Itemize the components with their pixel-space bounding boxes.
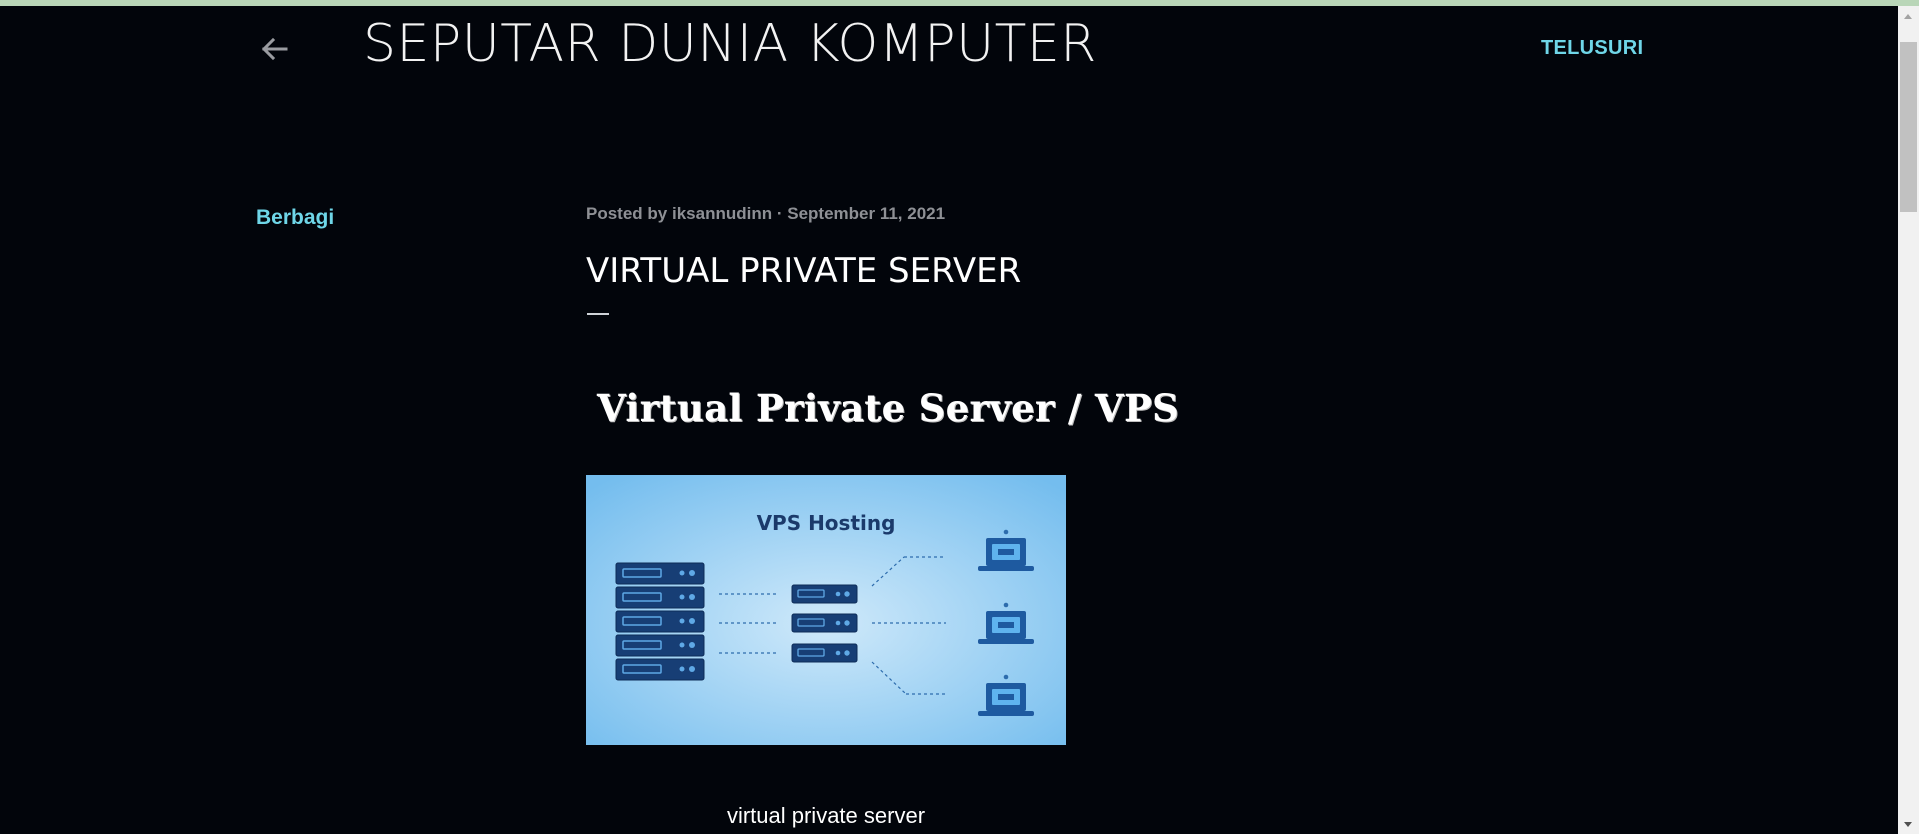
meta-separator: ·	[776, 204, 783, 223]
post-heading: Virtual Private Server / VPS	[597, 386, 1180, 430]
blog-page: SEPUTAR DUNIA KOMPUTER TELUSURI Berbagi …	[0, 6, 1898, 834]
server-rack-icon	[615, 562, 705, 681]
vps-hosting-illustration: VPS Hosting	[586, 475, 1066, 745]
scrollbar-thumb[interactable]	[1900, 42, 1917, 212]
posted-by-label: Posted by	[586, 204, 668, 223]
site-title[interactable]: SEPUTAR DUNIA KOMPUTER	[363, 14, 1097, 74]
post-date-link[interactable]: September 11, 2021	[787, 204, 945, 223]
post-meta: Posted by iksannudinn · September 11, 20…	[586, 204, 945, 224]
scroll-up-icon[interactable]	[1904, 14, 1912, 19]
title-divider	[587, 313, 609, 315]
search-button[interactable]: TELUSURI	[1541, 37, 1643, 60]
arrow-left-icon	[261, 37, 288, 61]
vertical-scrollbar[interactable]	[1898, 6, 1919, 834]
post-title: VIRTUAL PRIVATE SERVER	[586, 251, 1022, 291]
author-link[interactable]: iksannudinn	[672, 204, 772, 223]
image-title: VPS Hosting	[757, 511, 896, 535]
share-button[interactable]: Berbagi	[256, 206, 334, 230]
virtual-server-icon	[791, 584, 858, 663]
vps-hosting-image[interactable]: VPS Hosting	[586, 475, 1066, 745]
back-button[interactable]	[257, 31, 293, 67]
image-caption: virtual private server	[726, 803, 926, 828]
laptop-icon	[978, 529, 1034, 716]
scroll-down-icon[interactable]	[1904, 822, 1912, 827]
